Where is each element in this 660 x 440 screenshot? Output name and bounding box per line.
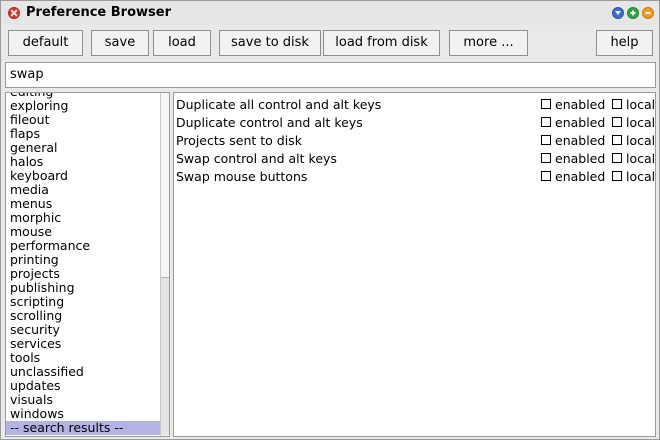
enabled-label: enabled [555, 133, 606, 148]
local-checkbox[interactable] [612, 117, 622, 127]
category-item[interactable]: menus [6, 197, 161, 211]
category-item[interactable]: performance [6, 239, 161, 253]
category-item[interactable]: keyboard [6, 169, 161, 183]
category-item[interactable]: media [6, 183, 161, 197]
enabled-label: enabled [555, 115, 606, 130]
local-checkbox[interactable] [612, 153, 622, 163]
category-item[interactable]: projects [6, 267, 161, 281]
load-from-disk-button[interactable]: load from disk [323, 30, 440, 56]
category-item[interactable]: halos [6, 155, 161, 169]
enabled-checkbox[interactable] [541, 99, 551, 109]
local-checkbox[interactable] [612, 135, 622, 145]
preference-row: Duplicate control and alt keys enabled loc… [174, 113, 655, 131]
category-item[interactable]: unclassified [6, 365, 161, 379]
preference-row: Swap control and alt keys enabled local [174, 149, 655, 167]
load-button[interactable]: load [153, 30, 211, 56]
preference-name: Projects sent to disk [176, 133, 302, 148]
window-title: Preference Browser [26, 5, 171, 20]
category-item[interactable]: windows [6, 407, 161, 421]
enabled-label: enabled [555, 169, 606, 184]
help-button[interactable]: help [596, 30, 653, 56]
close-icon[interactable] [8, 7, 20, 19]
category-item[interactable]: fileout [6, 113, 161, 127]
search-input[interactable]: swap [5, 62, 656, 88]
category-item[interactable]: publishing [6, 281, 161, 295]
local-checkbox[interactable] [612, 99, 622, 109]
category-item[interactable]: general [6, 141, 161, 155]
category-item[interactable]: morphic [6, 211, 161, 225]
preference-list-pane: Duplicate all control and alt keys enable… [173, 92, 656, 437]
default-button[interactable]: default [8, 30, 83, 56]
enabled-label: enabled [555, 151, 606, 166]
category-item[interactable]: exploring [6, 99, 161, 113]
category-item[interactable]: security [6, 323, 161, 337]
preference-name: Swap control and alt keys [176, 151, 337, 166]
local-label: local [626, 97, 656, 112]
local-label: local [626, 115, 656, 130]
preference-name: Duplicate all control and alt keys [176, 97, 382, 112]
category-item[interactable]: flaps [6, 127, 161, 141]
enabled-checkbox[interactable] [541, 171, 551, 181]
local-label: local [626, 151, 656, 166]
enabled-label: enabled [555, 97, 606, 112]
category-item[interactable]: tools [6, 351, 161, 365]
preference-row: Swap mouse buttons enabled local [174, 167, 655, 185]
preference-row: Duplicate all control and alt keys enable… [174, 95, 655, 113]
collapse-minus-icon[interactable] [642, 7, 654, 19]
category-item[interactable]: printing [6, 253, 161, 267]
preference-name: Duplicate control and alt keys [176, 115, 363, 130]
save-button[interactable]: save [91, 30, 149, 56]
local-label: local [626, 133, 656, 148]
save-to-disk-button[interactable]: save to disk [219, 30, 321, 56]
category-item[interactable]: -- search results -- [6, 421, 161, 435]
more-button[interactable]: more ... [449, 30, 528, 56]
category-item[interactable]: mouse [6, 225, 161, 239]
category-item[interactable]: services [6, 337, 161, 351]
enabled-checkbox[interactable] [541, 153, 551, 163]
preference-name: Swap mouse buttons [176, 169, 308, 184]
window-menu-icon[interactable] [612, 7, 624, 19]
expand-plus-icon[interactable] [627, 7, 639, 19]
local-checkbox[interactable] [612, 171, 622, 181]
category-item[interactable]: scrolling [6, 309, 161, 323]
category-item[interactable]: visuals [6, 393, 161, 407]
local-label: local [626, 169, 656, 184]
preference-browser-window: Preference Browser default save load sav… [0, 0, 660, 440]
category-list-pane[interactable]: editingexploringfileoutflapsgeneralhalos… [5, 92, 170, 437]
preference-row: Projects sent to disk enabled local [174, 131, 655, 149]
enabled-checkbox[interactable] [541, 117, 551, 127]
enabled-checkbox[interactable] [541, 135, 551, 145]
category-scrollbar[interactable] [160, 93, 169, 436]
scrollbar-thumb[interactable] [161, 277, 169, 435]
category-item[interactable]: updates [6, 379, 161, 393]
category-list: editingexploringfileoutflapsgeneralhalos… [6, 93, 161, 435]
title-bar[interactable]: Preference Browser [1, 1, 659, 25]
category-item[interactable]: scripting [6, 295, 161, 309]
